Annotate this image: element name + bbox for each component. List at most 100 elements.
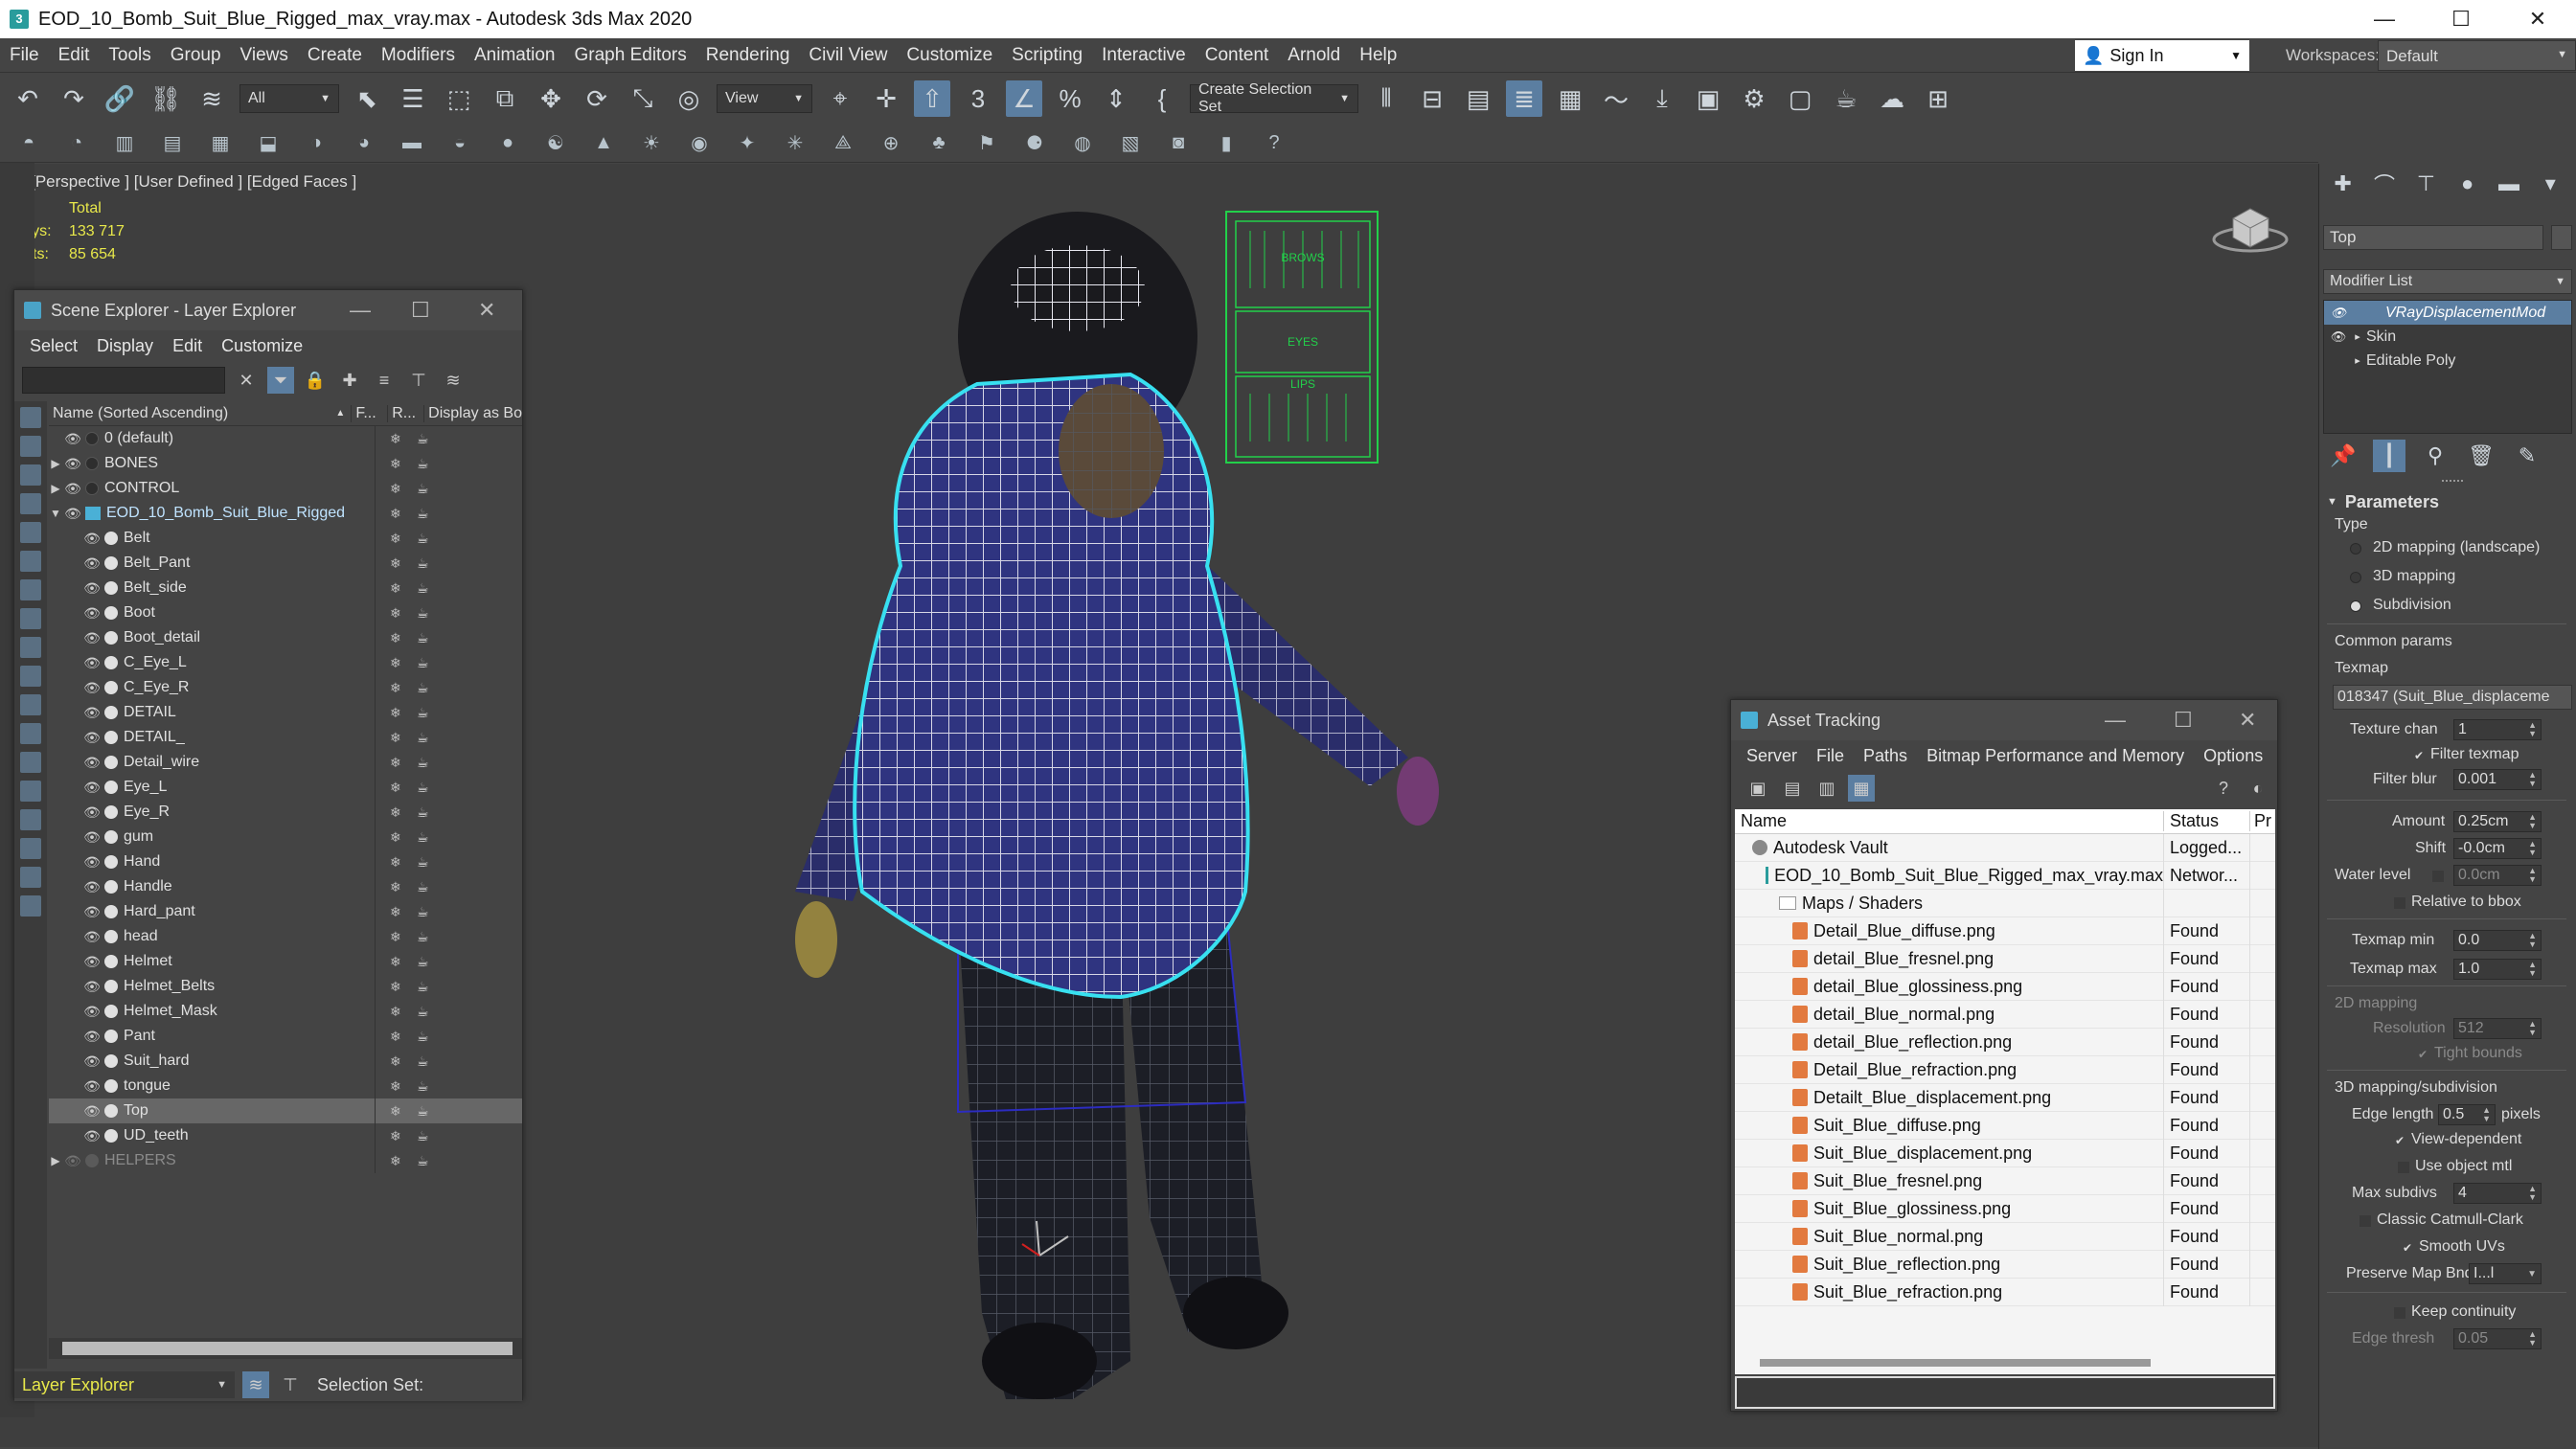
se-menu-display[interactable]: Display: [87, 336, 163, 356]
layers-mode-icon[interactable]: ≋: [242, 1371, 269, 1398]
object-row[interactable]: 👁 Helmet ❄ ☕: [49, 949, 522, 974]
visibility-eye-icon[interactable]: 👁: [81, 630, 103, 646]
edit-named-selection-icon[interactable]: {: [1144, 80, 1180, 117]
window-crossing-icon[interactable]: ⧉: [487, 80, 523, 117]
renderable-teapot-icon[interactable]: ☕: [417, 854, 429, 871]
a360-gallery-icon[interactable]: ⊞: [1920, 80, 1956, 117]
renderable-teapot-icon[interactable]: ☕: [417, 605, 429, 622]
at-menu-options[interactable]: Options: [2194, 746, 2272, 766]
vray-render-icon[interactable]: ◑: [301, 129, 331, 158]
se-menu-select[interactable]: Select: [20, 336, 87, 356]
close-button[interactable]: ✕: [2499, 0, 2576, 38]
curve-editor-icon[interactable]: 〜: [1598, 80, 1634, 117]
visibility-eye-icon[interactable]: 👁: [81, 580, 103, 597]
renderable-teapot-icon[interactable]: ☕: [417, 1078, 429, 1095]
vray-menu-icon[interactable]: ▦: [205, 129, 236, 158]
unlink-icon[interactable]: ⛓: [148, 80, 184, 117]
bind-space-warp-icon[interactable]: ≋: [194, 80, 230, 117]
asset-row[interactable]: Suit_Blue_normal.png Found: [1735, 1222, 2275, 1251]
link-icon[interactable]: 🔗: [102, 80, 138, 117]
visibility-eye-icon[interactable]: 👁: [81, 555, 103, 572]
renderable-teapot-icon[interactable]: ☕: [417, 655, 429, 671]
texmap-button[interactable]: 018347 (Suit_Blue_displaceme: [2333, 685, 2572, 710]
renderable-teapot-icon[interactable]: ☕: [417, 954, 429, 970]
help-icon[interactable]: ?: [1259, 129, 1289, 158]
object-row[interactable]: 👁 Helmet_Mask ❄ ☕: [49, 999, 522, 1024]
texmap-min-spinner[interactable]: 0.0 ▲ ▼: [2453, 930, 2542, 951]
filter-bones-icon[interactable]: [20, 637, 41, 658]
vray-lister-icon[interactable]: ▥: [109, 129, 140, 158]
layers-icon[interactable]: ≋: [440, 367, 467, 394]
visibility-eye-icon[interactable]: 👁: [81, 1053, 103, 1070]
align-icon[interactable]: ⊟: [1414, 80, 1450, 117]
vray-frame-buffer-icon[interactable]: ◔: [61, 129, 92, 158]
expand-toggle-icon[interactable]: ▶: [49, 1154, 62, 1167]
freeze-icon[interactable]: ❄: [390, 605, 401, 622]
maximize-button[interactable]: ☐: [2423, 0, 2499, 38]
renderable-teapot-icon[interactable]: ☕: [417, 531, 429, 547]
display-references-icon[interactable]: [20, 867, 41, 888]
renderable-teapot-icon[interactable]: ☕: [417, 780, 429, 796]
sign-in-dropdown[interactable]: 👤 Sign In ▼: [2075, 40, 2249, 71]
object-row[interactable]: 👁 Belt_side ❄ ☕: [49, 576, 522, 600]
freeze-icon[interactable]: ❄: [390, 506, 401, 522]
vray-teapot-icon[interactable]: ◓: [13, 129, 44, 158]
object-row[interactable]: 👁 Pant ❄ ☕: [49, 1024, 522, 1049]
menu-create[interactable]: Create: [298, 45, 372, 66]
asset-row[interactable]: Suit_Blue_diffuse.png Found: [1735, 1111, 2275, 1140]
table-view-icon[interactable]: ▦: [1848, 775, 1875, 802]
maximize-button[interactable]: ☐: [411, 290, 430, 330]
visibility-eye-icon[interactable]: 👁: [81, 804, 103, 821]
make-current-layer-icon[interactable]: ⊤: [405, 367, 432, 394]
render-setup-icon[interactable]: ⚙: [1736, 80, 1772, 117]
visibility-eye-icon[interactable]: 👁: [81, 655, 103, 671]
modifier-stack-item[interactable]: 👁 ▸ Skin: [2324, 325, 2571, 349]
modifier-stack-item[interactable]: ▸ Editable Poly: [2324, 349, 2571, 373]
visibility-eye-icon[interactable]: 👁: [81, 705, 103, 721]
explorer-type-dropdown[interactable]: Layer Explorer ▼: [14, 1371, 235, 1398]
scene-explorer-titlebar[interactable]: Scene Explorer - Layer Explorer — ☐ ✕: [14, 290, 522, 330]
filter-shapes-icon[interactable]: [20, 436, 41, 457]
renderable-teapot-icon[interactable]: ☕: [417, 555, 429, 572]
renderable-teapot-icon[interactable]: ☕: [417, 680, 429, 696]
freeze-icon[interactable]: ❄: [390, 755, 401, 771]
at-menu-file[interactable]: File: [1807, 746, 1854, 766]
rectangular-selection-icon[interactable]: ⬚: [441, 80, 477, 117]
horizontal-scrollbar[interactable]: [1735, 1355, 2275, 1370]
show-end-result-icon[interactable]: ┃: [2373, 440, 2405, 472]
freeze-icon[interactable]: ❄: [390, 780, 401, 796]
resolution-spinner[interactable]: 512 ▲ ▼: [2453, 1018, 2542, 1039]
freeze-icon[interactable]: ❄: [390, 555, 401, 572]
rendered-frame-window-icon[interactable]: ▢: [1782, 80, 1818, 117]
edge-thresh-spinner[interactable]: 0.05 ▲ ▼: [2453, 1328, 2542, 1349]
parameters-header[interactable]: ▼ Parameters: [2319, 487, 2576, 516]
asset-tracking-titlebar[interactable]: Asset Tracking — ☐ ✕: [1731, 700, 2277, 740]
hierarchy-tab-icon[interactable]: ⊤: [2410, 171, 2442, 196]
vray-object-props-icon[interactable]: ▮: [1211, 129, 1242, 158]
create-layer-icon[interactable]: ✚: [336, 367, 363, 394]
modify-tab-icon[interactable]: ⌒: [2368, 169, 2400, 199]
freeze-icon[interactable]: ❄: [390, 680, 401, 696]
water-level-spinner[interactable]: 0.0cm ▲ ▼: [2453, 865, 2542, 886]
column-full-path[interactable]: Pr: [2250, 811, 2271, 831]
object-row[interactable]: 👁 Hard_pant ❄ ☕: [49, 899, 522, 924]
hierarchy-mode-icon[interactable]: ⊤: [277, 1371, 304, 1398]
menu-content[interactable]: Content: [1196, 45, 1279, 66]
object-row[interactable]: 👁 Belt_Pant ❄ ☕: [49, 551, 522, 576]
expand-toggle-icon[interactable]: ▸: [2349, 354, 2366, 367]
undo-icon[interactable]: ↶: [10, 80, 46, 117]
renderable-teapot-icon[interactable]: ☕: [417, 979, 429, 995]
renderable-teapot-icon[interactable]: ☕: [417, 804, 429, 821]
configure-modifier-sets-icon[interactable]: ✎: [2511, 440, 2543, 472]
relative-bbox-checkbox[interactable]: [2394, 897, 2405, 909]
freeze-icon[interactable]: ❄: [390, 705, 401, 721]
visibility-eye-icon[interactable]: 👁: [62, 431, 83, 447]
create-tab-icon[interactable]: ✚: [2327, 171, 2359, 196]
vray-sphere-fade-icon[interactable]: ◍: [1067, 129, 1098, 158]
freeze-icon[interactable]: ❄: [390, 531, 401, 547]
renderable-teapot-icon[interactable]: ☕: [417, 506, 429, 522]
asset-row[interactable]: Suit_Blue_displacement.png Found: [1735, 1139, 2275, 1167]
type-subdivision-radio[interactable]: [2350, 600, 2361, 612]
vray-ipr-icon[interactable]: ⬓: [253, 129, 284, 158]
asset-row[interactable]: Maps / Shaders: [1735, 889, 2275, 917]
